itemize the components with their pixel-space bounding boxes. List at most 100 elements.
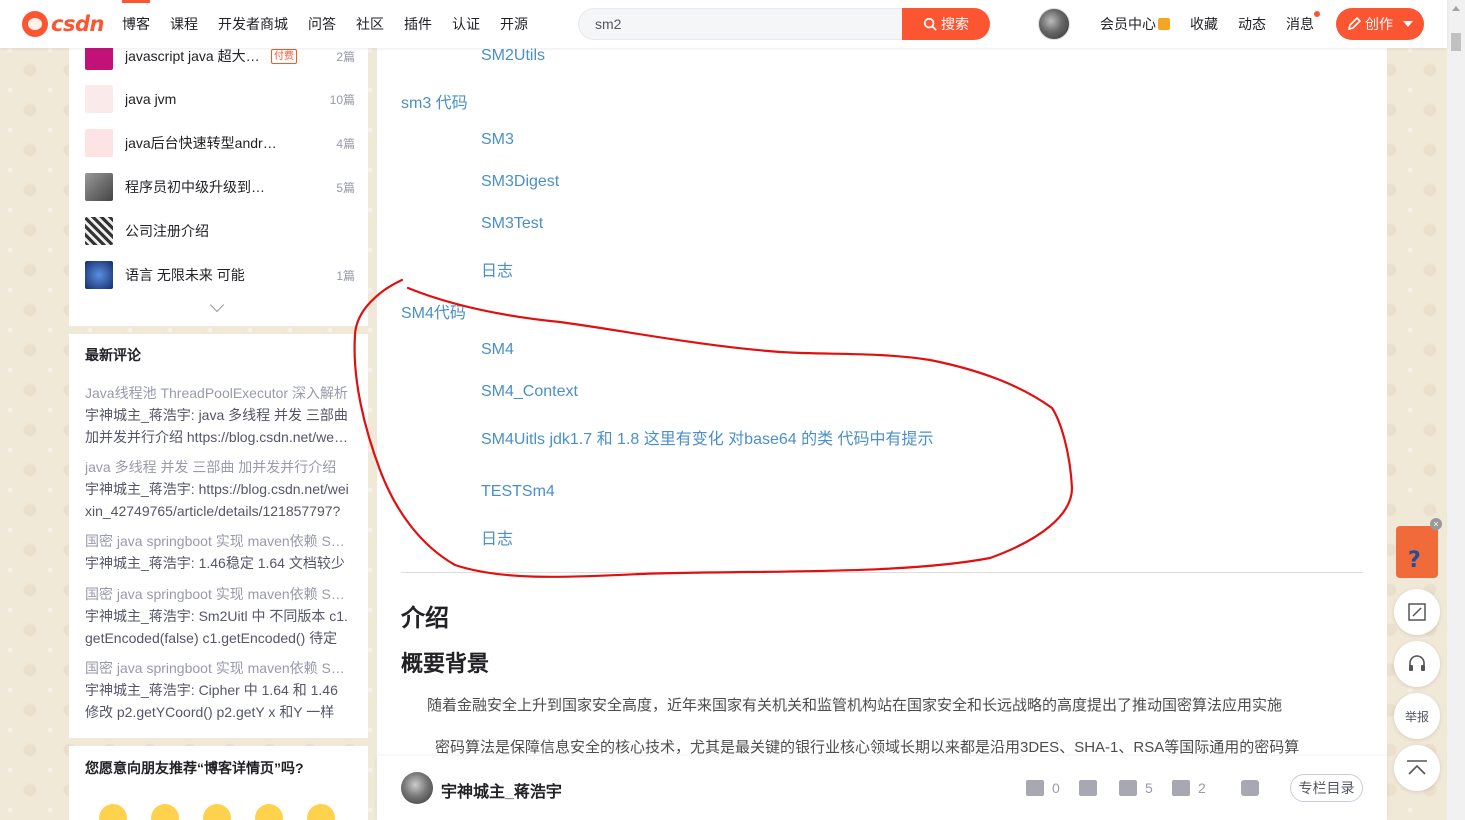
search-bar: 搜索 (578, 8, 990, 40)
favorites-link[interactable]: 收藏 (1190, 14, 1218, 34)
csdn-logo-icon (22, 11, 48, 37)
column-name: java后台快速转型android (125, 135, 277, 151)
column-name: javascript java 超大文件上传 (125, 48, 265, 64)
column-item[interactable]: java后台快速转型android 4篇 (85, 127, 355, 159)
vip-center-label: 会员中心 (1100, 16, 1156, 32)
chevron-down-icon (1403, 21, 1413, 27)
toc-link[interactable]: SM4_Context (481, 383, 578, 401)
like-button[interactable]: 0 (1026, 780, 1060, 796)
scroll-thumb[interactable] (1451, 33, 1461, 51)
column-thumbnail (85, 173, 113, 201)
paid-badge: 付费 (271, 48, 297, 64)
paragraph: 密码算法是保障信息安全的核心技术，尤其是最关键的银行业核心领域长期以来都是沿用3… (435, 739, 1300, 756)
column-item[interactable]: 程序员初中级升级到高级 5篇 (85, 171, 355, 203)
column-name: 程序员初中级升级到高级 (125, 179, 277, 195)
nav-item-dev-store[interactable]: 开发者商城 (218, 0, 288, 48)
toc-link[interactable]: 日志 (481, 257, 513, 281)
report-button[interactable]: 举报 (1394, 693, 1440, 739)
nav-item-community[interactable]: 社区 (356, 0, 384, 48)
comment-body: 宇神城主_蒋浩宇: Cipher 中 1.64 和 1.46 修改 p2.get… (85, 682, 338, 720)
expand-more-icon[interactable] (209, 297, 225, 313)
dislike-button[interactable] (1079, 780, 1097, 796)
heading-intro: 介绍 (401, 605, 449, 632)
column-name: 公司注册介绍 (125, 223, 209, 239)
comment-body: 宇神城主_蒋浩宇: https://blog.csdn.net/weixin_4… (85, 481, 349, 519)
arrow-up-icon (1407, 760, 1427, 775)
comment-article-title[interactable]: Java线程池 ThreadPoolExecutor 深入解析 (85, 382, 350, 404)
promo-widget[interactable]: × (1394, 518, 1442, 580)
edit-icon (1408, 603, 1426, 621)
nav-item-qa[interactable]: 问答 (308, 0, 336, 48)
author-avatar[interactable] (401, 772, 433, 804)
comment-article-title[interactable]: java 多线程 并发 三部曲 加并发并行介绍 (85, 456, 350, 478)
toc-link[interactable]: TESTSm4 (481, 483, 555, 501)
unread-dot (1314, 11, 1320, 17)
comment-icon (1119, 780, 1137, 796)
toc-link[interactable]: SM3 (481, 131, 514, 149)
toc-link[interactable]: SM2Utils (481, 47, 545, 65)
paragraph: 随着金融安全上升到国家安全高度，近年来国家有关机关和监管机构站在国家安全和长远战… (427, 697, 1283, 714)
write-article-button[interactable] (1394, 589, 1440, 635)
nav-item-courses[interactable]: 课程 (170, 0, 198, 48)
column-item[interactable]: java jvm 10篇 (85, 83, 355, 115)
messages-link[interactable]: 消息 (1286, 11, 1320, 34)
toc-link[interactable]: sm3 代码 (401, 89, 468, 113)
column-count: 2篇 (336, 49, 355, 64)
column-toc-button[interactable]: 专栏目录 (1290, 774, 1363, 802)
search-button[interactable]: 搜索 (902, 8, 990, 40)
latest-comments-title: 最新评论 (85, 347, 141, 363)
comment-article-title[interactable]: 国密 java springboot 实现 maven依赖 SM2 (85, 530, 350, 552)
column-thumbnail (85, 217, 113, 245)
comment-article-title[interactable]: 国密 java springboot 实现 maven依赖 SM2 (85, 657, 350, 679)
column-list-card: javascript java 超大文件上传 付费 2篇 java jvm 10… (69, 30, 368, 326)
emoji-very-likely-icon[interactable] (307, 804, 335, 820)
heading-background: 概要背景 (401, 651, 490, 676)
comment-body: 宇神城主_蒋浩宇: Sm2Uitl 中 不同版本 c1.getEncoded(f… (85, 608, 348, 646)
column-item[interactable]: 公司注册介绍 (85, 215, 355, 247)
comment-button[interactable]: 5 (1119, 780, 1153, 796)
nav-item-plugins[interactable]: 插件 (404, 0, 432, 48)
emoji-very-unlikely-icon[interactable] (99, 804, 127, 820)
share-icon[interactable] (1241, 780, 1259, 796)
page-scrollbar[interactable] (1447, 0, 1465, 820)
toc-link[interactable]: SM3Test (481, 215, 543, 233)
close-icon[interactable]: × (1430, 518, 1442, 530)
vip-center-link[interactable]: 会员中心 (1100, 14, 1170, 34)
comment-article-title[interactable]: 国密 java springboot 实现 maven依赖 SM2 (85, 583, 350, 605)
author-name[interactable]: 宇神城主_蒋浩宇 (441, 778, 562, 802)
nav-item-blog[interactable]: 博客 (122, 0, 150, 48)
create-label: 创作 (1365, 16, 1393, 32)
toc-link[interactable]: 日志 (481, 525, 513, 549)
activity-link[interactable]: 动态 (1238, 14, 1266, 34)
user-avatar[interactable] (1038, 8, 1070, 40)
csdn-logo[interactable]: csdn (22, 10, 104, 38)
star-count: 2 (1198, 780, 1206, 796)
toc-link[interactable]: SM4Uitls jdk1.7 和 1.8 这里有变化 对base64 的类 代… (481, 425, 934, 449)
star-button[interactable]: 2 (1172, 780, 1206, 796)
search-input[interactable] (578, 8, 902, 40)
customer-service-button[interactable] (1394, 641, 1440, 687)
scroll-up-arrow-icon[interactable] (1452, 6, 1460, 11)
emoji-neutral-icon[interactable] (203, 804, 231, 820)
star-icon (1172, 780, 1190, 796)
toc-link[interactable]: SM4代码 (401, 299, 466, 323)
nav-item-certification[interactable]: 认证 (452, 0, 480, 48)
toc-link[interactable]: SM3Digest (481, 173, 559, 191)
comment-item[interactable]: 国密 java springboot 实现 maven依赖 SM2 宇神城主_蒋… (85, 530, 350, 574)
emoji-unlikely-icon[interactable] (151, 804, 179, 820)
toc-link[interactable]: SM4 (481, 341, 514, 359)
nav-item-open-source[interactable]: 开源 (500, 0, 528, 48)
main-nav: 博客 课程 开发者商城 问答 社区 插件 认证 开源 (112, 0, 538, 48)
column-thumbnail (85, 261, 113, 289)
author-toolbar: 宇神城主_蒋浩宇 0 5 2 专栏目录 (377, 756, 1387, 820)
emoji-likely-icon[interactable] (255, 804, 283, 820)
headset-icon (1409, 655, 1425, 671)
comment-item[interactable]: java 多线程 并发 三部曲 加并发并行介绍 宇神城主_蒋浩宇: https:… (85, 456, 350, 522)
comment-item[interactable]: 国密 java springboot 实现 maven依赖 SM2 宇神城主_蒋… (85, 657, 350, 723)
comment-item[interactable]: 国密 java springboot 实现 maven依赖 SM2 宇神城主_蒋… (85, 583, 350, 649)
comment-item[interactable]: Java线程池 ThreadPoolExecutor 深入解析 宇神城主_蒋浩宇… (85, 382, 350, 448)
back-to-top-button[interactable] (1394, 745, 1440, 791)
rating-emoji-row (99, 804, 335, 820)
create-button[interactable]: 创作 (1336, 8, 1424, 40)
column-item[interactable]: 语言 无限未来 可能 1篇 (85, 259, 355, 291)
